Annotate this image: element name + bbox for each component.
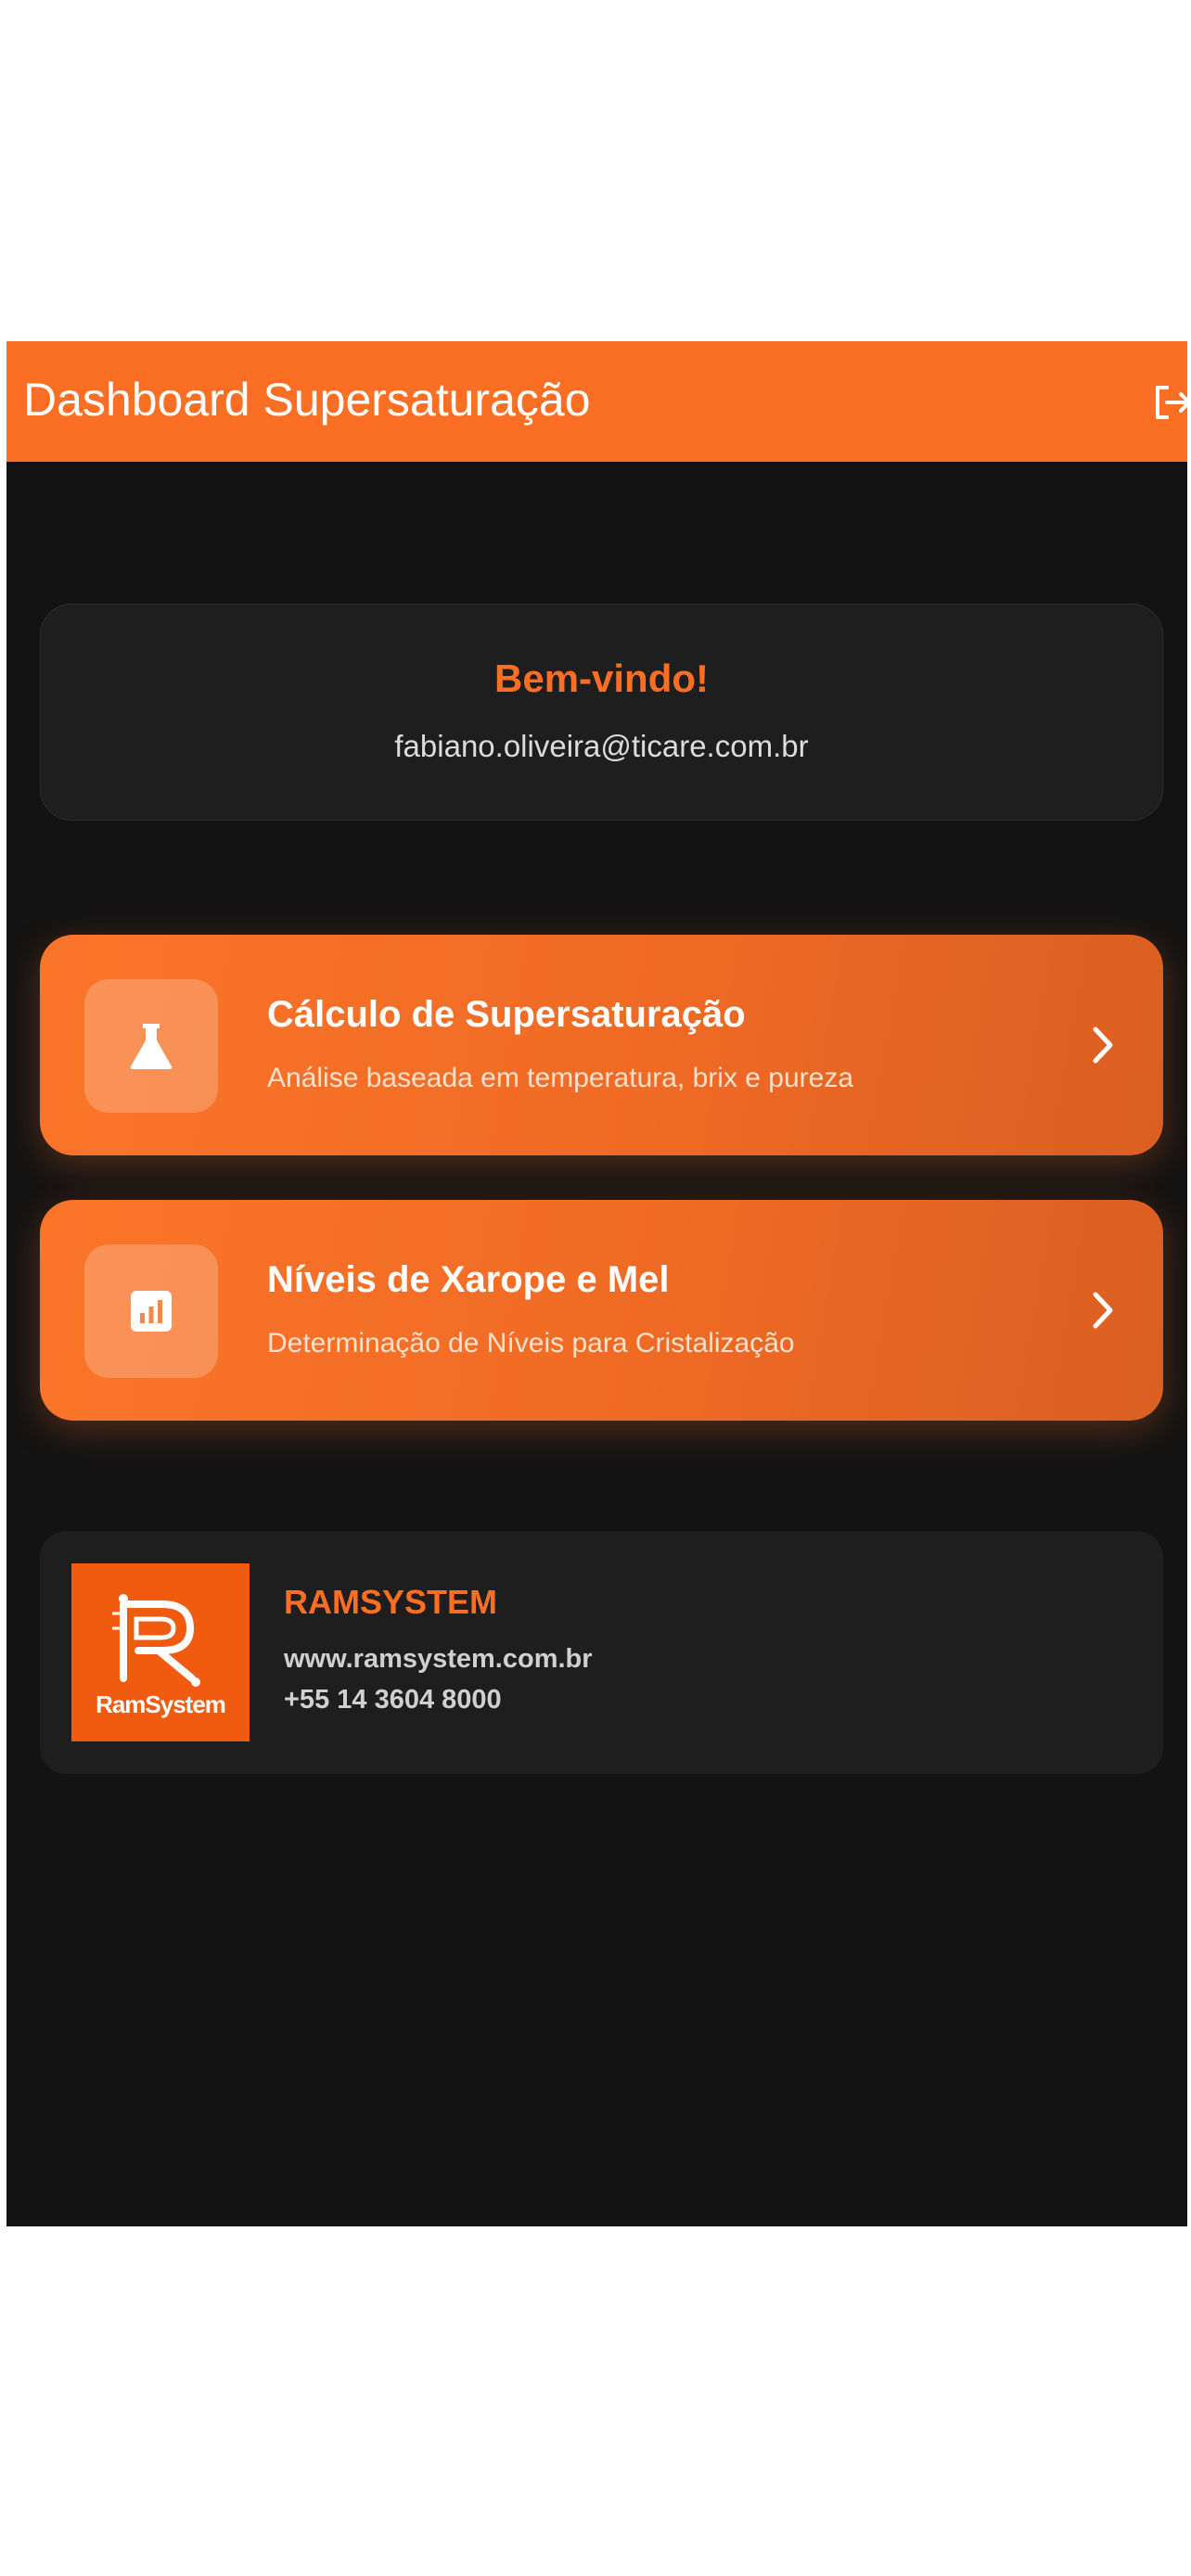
ramsystem-logo-icon	[112, 1594, 200, 1687]
supersaturation-calc-card[interactable]: Cálculo de Supersaturação Análise basead…	[40, 935, 1163, 1155]
page-title: Dashboard Supersaturação	[23, 374, 591, 426]
card-icon-container	[84, 979, 218, 1113]
company-logo: RamSystem	[71, 1563, 250, 1741]
card-title: Cálculo de Supersaturação	[267, 994, 746, 1035]
chevron-right-icon	[1093, 1027, 1113, 1064]
logout-icon[interactable]	[1152, 382, 1187, 423]
card-subtitle: Determinação de Níveis para Cristalizaçã…	[267, 1328, 795, 1358]
card-icon-container	[84, 1244, 218, 1378]
welcome-title: Bem-vindo!	[494, 657, 709, 700]
flask-icon	[130, 1024, 173, 1069]
chevron-right-icon	[1093, 1292, 1113, 1329]
company-phone: +55 14 3604 8000	[284, 1685, 502, 1715]
app-screen: Dashboard Supersaturação Bem-vindo! fabi…	[6, 341, 1187, 2226]
welcome-card: Bem-vindo! fabiano.oliveira@ticare.com.b…	[40, 604, 1163, 821]
user-email: fabiano.oliveira@ticare.com.br	[394, 729, 809, 763]
card-subtitle: Análise baseada em temperatura, brix e p…	[267, 1063, 854, 1093]
company-name: RAMSYSTEM	[284, 1583, 498, 1621]
syrup-levels-card[interactable]: Níveis de Xarope e Mel Determinação de N…	[40, 1200, 1163, 1421]
card-title: Níveis de Xarope e Mel	[267, 1259, 670, 1300]
app-bar: Dashboard Supersaturação	[6, 341, 1187, 462]
company-info-card: RamSystem RAMSYSTEM www.ramsystem.com.br…	[40, 1531, 1163, 1774]
bar-chart-icon	[131, 1291, 172, 1332]
logo-text: RamSystem	[96, 1690, 226, 1718]
company-website: www.ramsystem.com.br	[284, 1644, 593, 1674]
